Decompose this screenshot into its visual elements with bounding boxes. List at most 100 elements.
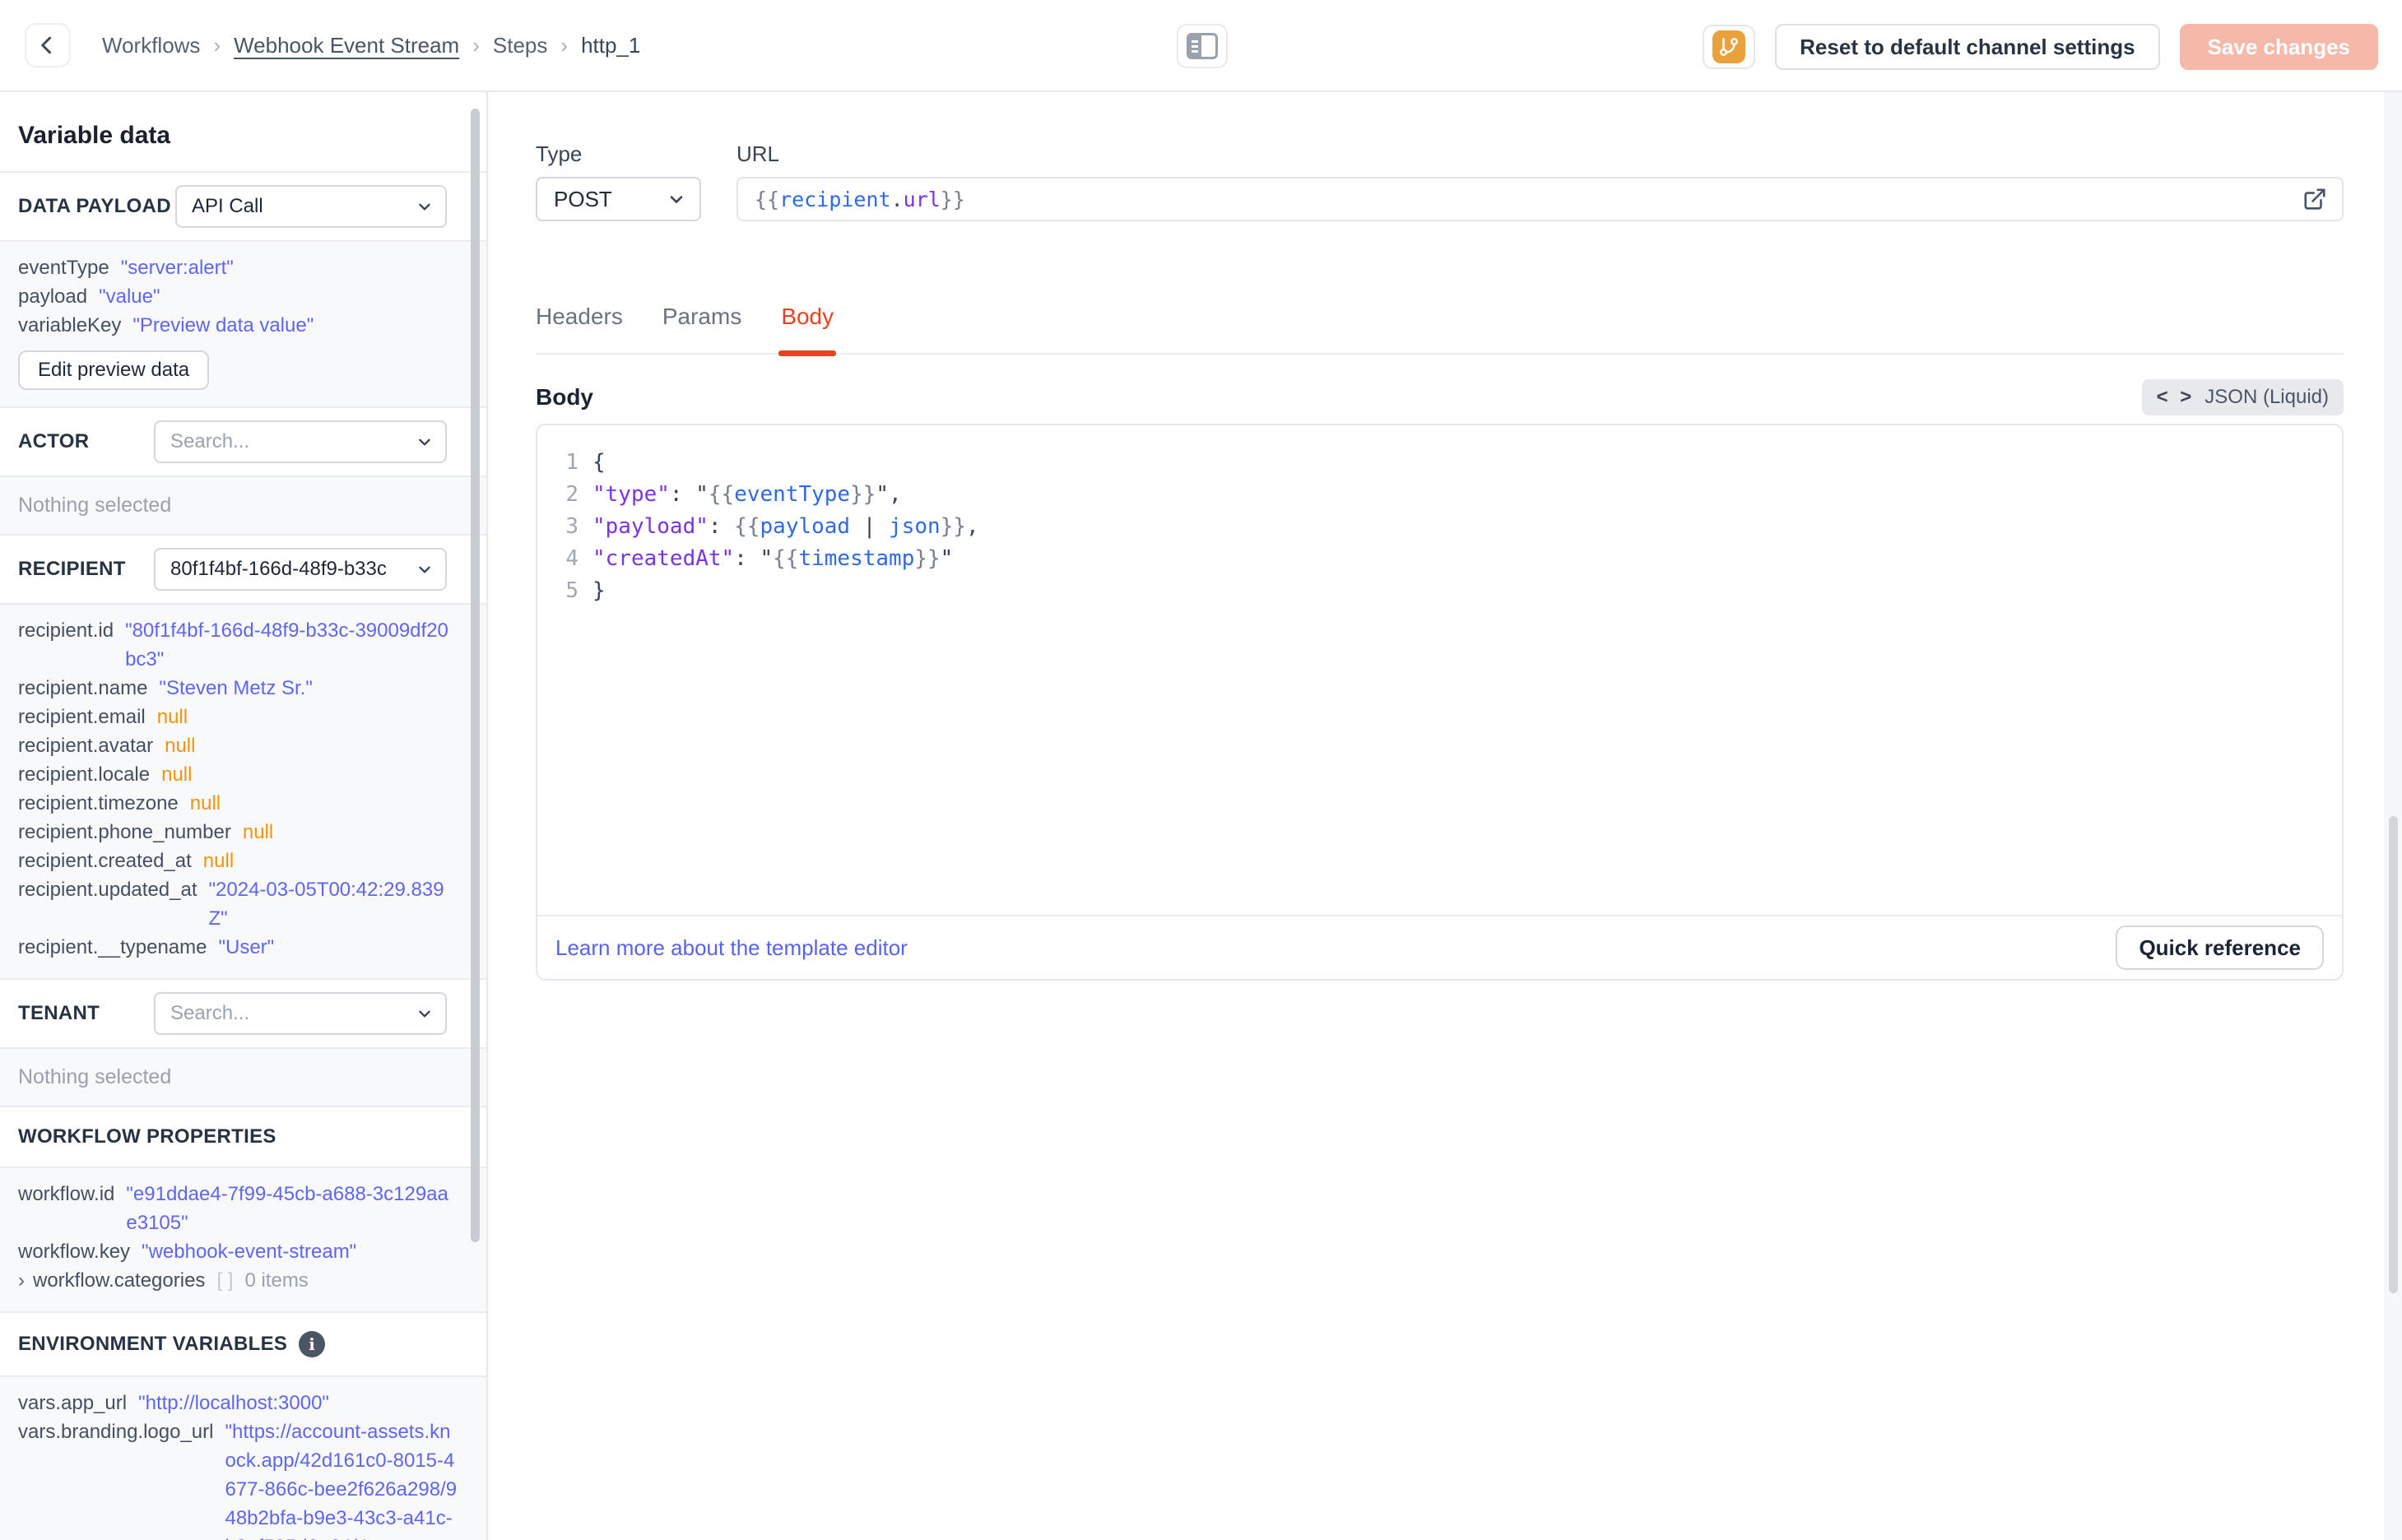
- recipient-field-value: "80f1f4bf-166d-48f9-b33c-39009df20bc3": [125, 619, 448, 670]
- method-selected-value: POST: [554, 186, 612, 211]
- workflow-data-section: workflow.id "e91ddae4-7f99-45cb-a688-3c12…: [0, 1167, 486, 1311]
- preview-field-key: variableKey: [18, 314, 122, 336]
- tenant-label: TENANT: [18, 1002, 100, 1024]
- external-link-icon[interactable]: [2302, 187, 2327, 211]
- top-bar: Workflows › Webhook Event Stream › Steps › htt…: [0, 0, 2402, 92]
- line-number: 5: [565, 578, 578, 603]
- data-payload-label: DATA PAYLOAD: [18, 195, 171, 217]
- token: }}: [850, 482, 876, 507]
- preview-field-value: "Preview data value": [132, 314, 314, 336]
- recipient-section: RECIPIENT 80f1f4bf-166d-48f9-b33c: [0, 534, 486, 603]
- code-line: 4 "createdAt": "{{timestamp}}": [537, 543, 2342, 575]
- method-select[interactable]: POST: [536, 177, 701, 221]
- breadcrumb-separator-icon: ›: [560, 32, 569, 58]
- recipient-field-key: recipient.__typename: [18, 936, 207, 958]
- chevron-left-icon: [35, 33, 60, 58]
- environment-field-value: "http://localhost:3000": [138, 1392, 329, 1414]
- tab-params[interactable]: Params: [662, 304, 741, 353]
- preview-field-value: "value": [99, 285, 160, 308]
- breadcrumb-item[interactable]: Steps: [493, 33, 548, 58]
- tab-body[interactable]: Body: [778, 304, 836, 356]
- edit-preview-data-button[interactable]: Edit preview data: [18, 350, 210, 390]
- code-text: "createdAt": "{{timestamp}}": [592, 543, 953, 575]
- token: eventType: [734, 482, 851, 507]
- token: ,: [966, 514, 979, 539]
- token: url: [903, 187, 941, 211]
- environment-field-value: "https://account-assets.knock.app/42d161…: [225, 1421, 458, 1540]
- code-line: 5}: [537, 575, 2342, 607]
- recipient-field-key: recipient.avatar: [18, 735, 154, 757]
- info-icon[interactable]: i: [299, 1331, 326, 1357]
- workflow-field-value: "e91ddae4-7f99-45cb-a688-3c129aae3105": [126, 1183, 448, 1234]
- editor-language-badge[interactable]: < > JSON (Liquid): [2141, 379, 2344, 415]
- recipient-field-row: recipient.email null: [18, 703, 458, 731]
- breadcrumb-item[interactable]: Webhook Event Stream: [234, 33, 459, 58]
- actor-search-placeholder: Search...: [170, 430, 250, 452]
- recipient-select[interactable]: 80f1f4bf-166d-48f9-b33c: [154, 548, 447, 591]
- recipient-field-row: recipient.name "Steven Metz Sr.": [18, 674, 458, 703]
- actor-search-select[interactable]: Search...: [154, 420, 447, 463]
- tab-headers[interactable]: Headers: [536, 304, 623, 353]
- reset-channel-settings-button[interactable]: Reset to default channel settings: [1775, 24, 2160, 70]
- editor-language-label: JSON (Liquid): [2205, 386, 2329, 408]
- chevron-down-icon: [667, 189, 686, 209]
- line-number: 4: [565, 546, 578, 571]
- recipient-field-value: "User": [218, 936, 275, 958]
- breadcrumb-item[interactable]: Workflows: [102, 33, 200, 58]
- url-label: URL: [736, 141, 780, 166]
- workflow-field-key: workflow.categories: [33, 1269, 206, 1292]
- preview-field-row: eventType "server:alert": [18, 253, 458, 282]
- token: {: [592, 450, 606, 475]
- recipient-field-key: recipient.created_at: [18, 850, 192, 872]
- token: json: [889, 514, 941, 539]
- token: ",: [876, 482, 902, 507]
- back-button[interactable]: [25, 23, 71, 67]
- preview-field-key: eventType: [18, 257, 109, 279]
- environment-variables-label: ENVIRONMENT VARIABLES: [18, 1333, 288, 1355]
- environment-field-key: vars.branding.logo_url: [18, 1421, 214, 1443]
- actor-section: ACTOR Search...: [0, 406, 486, 475]
- main-scrollbar-thumb[interactable]: [2389, 816, 2398, 1293]
- url-field: URL {{recipient.url}}: [736, 141, 2344, 221]
- recipient-field-row: recipient.timezone null: [18, 789, 458, 818]
- code-editor[interactable]: 1{2 "type": "{{eventType}}", 3 "payload": {…: [537, 425, 2342, 915]
- url-value: {{recipient.url}}: [755, 188, 2302, 211]
- url-input[interactable]: {{recipient.url}}: [736, 177, 2344, 221]
- template-editor-docs-link[interactable]: Learn more about the template editor: [555, 935, 908, 961]
- code-line: 3 "payload": {{payload | json}},: [537, 511, 2342, 543]
- data-payload-select[interactable]: API Call: [175, 185, 447, 228]
- body-template-editor: 1{2 "type": "{{eventType}}", 3 "payload": {…: [536, 424, 2344, 981]
- token: }}: [940, 514, 966, 539]
- preview-field-value: "server:alert": [120, 257, 234, 279]
- chevron-down-icon: [416, 1004, 434, 1023]
- recipient-field-row: recipient.avatar null: [18, 731, 458, 760]
- workflow-field-row: workflow.key "webhook-event-stream": [18, 1237, 458, 1266]
- save-changes-button[interactable]: Save changes: [2179, 24, 2378, 70]
- recipient-field-key: recipient.locale: [18, 763, 151, 786]
- token: {{: [773, 546, 799, 571]
- token: }: [592, 578, 606, 603]
- top-actions: Reset to default channel settings Save c…: [1703, 24, 2378, 70]
- type-label: Type: [536, 141, 583, 166]
- version-control-button[interactable]: [1703, 25, 1756, 69]
- breadcrumb-item[interactable]: http_1: [581, 33, 640, 58]
- preview-data-section: eventType "server:alert" payload "value" var…: [0, 240, 486, 406]
- workflow-field-key: workflow.id: [18, 1183, 115, 1205]
- recipient-selected-value: 80f1f4bf-166d-48f9-b33c: [170, 558, 387, 580]
- chevron-down-icon: [416, 560, 434, 578]
- quick-reference-button[interactable]: Quick reference: [2116, 925, 2324, 970]
- line-number: 1: [565, 450, 578, 475]
- chevron-down-icon: [416, 433, 434, 451]
- recipient-field-row: recipient.updated_at "2024-03-05T00:42:29…: [18, 875, 458, 933]
- toggle-sidebar-button[interactable]: [1177, 24, 1228, 68]
- sidebar-title: Variable data: [18, 122, 171, 149]
- recipient-field-key: recipient.updated_at: [18, 879, 197, 901]
- token: recipient: [779, 187, 891, 211]
- tenant-search-select[interactable]: Search...: [154, 992, 447, 1035]
- recipient-field-key: recipient.name: [18, 677, 148, 699]
- sidebar-scrollbar[interactable]: [471, 109, 480, 1242]
- main-scrollbar-track[interactable]: [2384, 92, 2402, 1540]
- expand-chevron-icon[interactable]: ›: [18, 1266, 25, 1295]
- token: }}: [914, 546, 941, 571]
- recipient-field-value: null: [242, 821, 274, 843]
